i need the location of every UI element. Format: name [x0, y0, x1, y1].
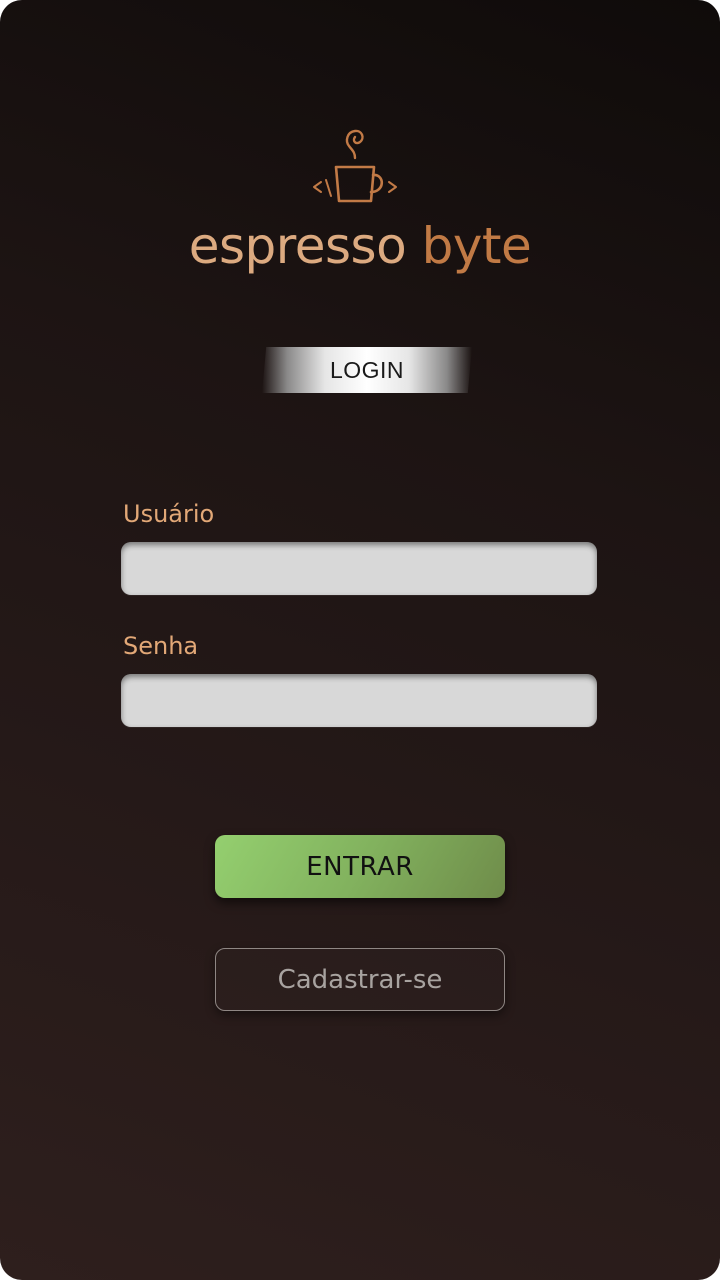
register-button[interactable]: Cadastrar-se [215, 948, 505, 1011]
app-wordmark: espresso byte [0, 208, 720, 284]
page-title: LOGIN [329, 356, 405, 383]
password-input[interactable] [121, 674, 597, 727]
password-label: Senha [123, 632, 199, 660]
coffee-cup-code-icon [313, 129, 397, 203]
username-label: Usuário [123, 500, 215, 528]
login-title-banner: LOGIN [262, 347, 472, 393]
submit-button-label: ENTRAR [306, 851, 414, 882]
username-input[interactable] [121, 542, 597, 595]
wordmark-first-word: espresso [188, 217, 407, 275]
wordmark-second-word: byte [421, 217, 532, 275]
login-screen: espresso byte LOGIN Usuário Senha ENTRAR… [0, 0, 720, 1280]
submit-button[interactable]: ENTRAR [215, 835, 505, 898]
register-button-label: Cadastrar-se [277, 964, 443, 995]
